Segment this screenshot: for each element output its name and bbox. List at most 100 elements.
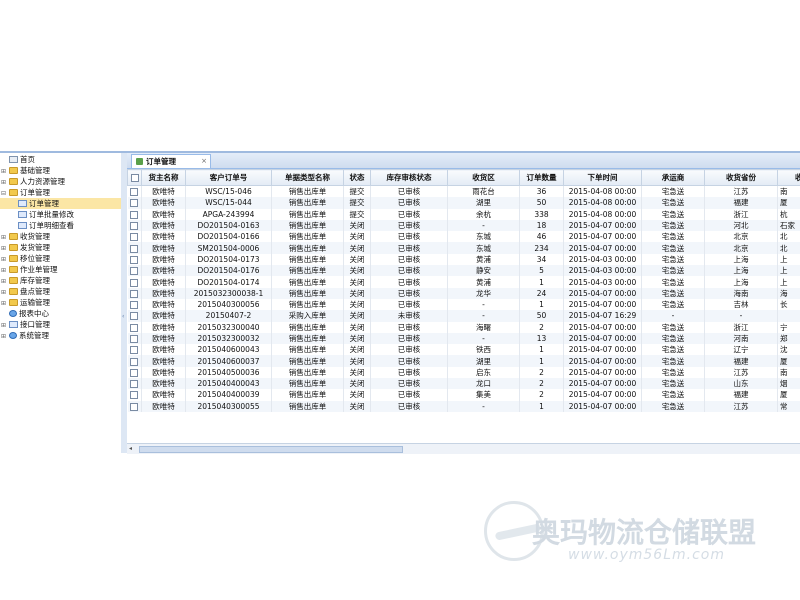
table-row[interactable]: 欧唯特 2015040600037 销售出库单 关闭 已审核 湖里 1 2015-04-07 … (127, 355, 800, 367)
table-row[interactable]: 欧唯特 2015040300056 销售出库单 关闭 已审核 -1 2015-04-07 0… (127, 298, 800, 311)
row-select-cell[interactable] (127, 208, 142, 220)
column-header[interactable]: 库存审核状态 (370, 169, 448, 186)
column-header[interactable]: 收货区 (447, 169, 520, 186)
row-checkbox[interactable] (130, 289, 139, 298)
select-all-cell[interactable] (127, 169, 142, 186)
row-checkbox[interactable] (130, 346, 139, 355)
table-row[interactable]: 欧唯特 DO201504-0173 销售出库单 关闭 已审核 黄浦 34 2015-04-03… (127, 253, 800, 266)
table-row[interactable]: 欧唯特 DO201504-0176 销售出库单 关闭 已审核 静安 5 2015-04-03 … (127, 265, 800, 277)
table-row[interactable]: 欧唯特 2015032300038-1 销售出库单 关闭 已审核 龙华 24 2015-04-… (127, 287, 800, 299)
row-select-cell[interactable] (127, 378, 142, 390)
row-checkbox[interactable] (130, 267, 139, 276)
row-select-cell[interactable] (127, 276, 142, 288)
column-header[interactable]: 货主名称 (141, 169, 186, 186)
row-checkbox[interactable] (130, 368, 139, 377)
row-checkbox[interactable] (130, 222, 139, 231)
column-header[interactable]: 订单数量 (519, 169, 564, 186)
row-select-cell[interactable] (127, 310, 142, 322)
close-icon[interactable]: × (201, 155, 207, 168)
row-select-cell[interactable] (127, 298, 142, 311)
row-select-cell[interactable] (127, 321, 142, 333)
row-checkbox[interactable] (130, 402, 139, 411)
column-header[interactable]: 状态 (343, 169, 371, 186)
row-select-cell[interactable] (127, 253, 142, 266)
horizontal-scrollbar[interactable]: ◂ (127, 443, 800, 454)
column-header[interactable]: 收货省份 (704, 169, 778, 186)
table-row[interactable]: 欧唯特 2015040600043 销售出库单 关闭 已审核 铁西 1 2015-04-07 … (127, 344, 800, 356)
row-checkbox[interactable] (130, 391, 139, 400)
row-checkbox[interactable] (130, 210, 139, 219)
row-checkbox[interactable] (130, 278, 139, 287)
row-select-cell[interactable] (127, 265, 142, 277)
sidebar-item[interactable]: 订单管理 (0, 198, 121, 209)
row-select-cell[interactable] (127, 231, 142, 243)
table-row[interactable]: 欧唯特 APGA-243994 销售出库单 提交 已审核 余杭 338 2015-04-08 … (127, 208, 800, 220)
sidebar-item[interactable]: ⊞ 接口管理 (0, 319, 121, 330)
table-row[interactable]: 欧唯特 DO201504-0163 销售出库单 关闭 已审核 -18 2015-04-07 … (127, 219, 800, 232)
sidebar-item[interactable]: 订单明细查看 (0, 220, 121, 231)
table-cell: 上 (777, 276, 800, 288)
sidebar-item[interactable]: ⊞ 系统管理 (0, 330, 121, 341)
row-select-cell[interactable] (127, 242, 142, 254)
row-checkbox[interactable] (130, 380, 139, 389)
scroll-left-icon[interactable]: ◂ (129, 445, 132, 452)
column-header[interactable]: 客户订单号 (185, 169, 272, 186)
sidebar-item[interactable]: ⊞ 库存管理 (0, 275, 121, 286)
column-header[interactable]: 下单时间 (563, 169, 642, 186)
collapse-arrow-icon[interactable]: ‹ (122, 313, 124, 320)
sidebar-item[interactable]: 首页 (0, 154, 121, 165)
table-row[interactable]: 欧唯特 WSC/15-044 销售出库单 提交 已审核 湖里 50 2015-04-08 00… (127, 197, 800, 209)
sidebar-item[interactable]: ⊞ 发货管理 (0, 242, 121, 253)
sidebar-item[interactable]: ⊟ 订单管理 (0, 187, 121, 198)
row-checkbox[interactable] (130, 323, 139, 332)
expand-toggle-icon[interactable]: ⊞ (1, 331, 9, 342)
select-all-checkbox[interactable] (130, 174, 139, 182)
table-cell: 欧唯特 (141, 185, 186, 198)
table-row[interactable]: 欧唯特 DO201504-0166 销售出库单 关闭 已审核 东城 46 2015-04-07… (127, 231, 800, 243)
column-header[interactable]: 承运商 (641, 169, 705, 186)
row-checkbox[interactable] (130, 233, 139, 242)
sidebar-item[interactable]: 订单批量修改 (0, 209, 121, 220)
row-checkbox[interactable] (130, 199, 139, 208)
table-row[interactable]: 欧唯特 2015040300055 销售出库单 关闭 已审核 -1 2015-04-07 0… (127, 400, 800, 412)
table-cell: 5 (519, 265, 564, 277)
row-checkbox[interactable] (130, 244, 139, 253)
sidebar-item[interactable]: ⊞ 移位管理 (0, 253, 121, 264)
table-row[interactable]: 欧唯特 2015040400039 销售出库单 关闭 已审核 集美 2 2015-04-07 … (127, 389, 800, 401)
row-select-cell[interactable] (127, 197, 142, 209)
column-header[interactable]: 收货 (777, 169, 800, 186)
row-checkbox[interactable] (130, 312, 139, 321)
row-checkbox[interactable] (130, 188, 139, 197)
row-select-cell[interactable] (127, 400, 142, 412)
tab-order-management[interactable]: 订单管理 × (131, 154, 211, 168)
row-checkbox[interactable] (130, 357, 139, 366)
row-select-cell[interactable] (127, 332, 142, 345)
scrollbar-thumb[interactable] (139, 446, 403, 453)
sidebar-item[interactable]: ⊞ 收货管理 (0, 231, 121, 242)
sidebar-item[interactable]: ⊞ 运输管理 (0, 297, 121, 308)
row-select-cell[interactable] (127, 366, 142, 379)
sidebar-item[interactable]: ⊞ 盘点管理 (0, 286, 121, 297)
table-row[interactable]: 欧唯特 WSC/15-046 销售出库单 提交 已审核 雨花台 36 2015-04-08 0… (127, 185, 800, 198)
row-select-cell[interactable] (127, 287, 142, 299)
row-select-cell[interactable] (127, 389, 142, 401)
table-row[interactable]: 欧唯特 2015032300032 销售出库单 关闭 已审核 -13 2015-04-07 … (127, 332, 800, 345)
sidebar-item[interactable]: 报表中心 (0, 308, 121, 319)
column-header[interactable]: 单据类型名称 (271, 169, 344, 186)
table-row[interactable]: 欧唯特 SM201504-0006 销售出库单 关闭 已审核 东城 234 2015-04-0… (127, 242, 800, 254)
table-row[interactable]: 欧唯特 DO201504-0174 销售出库单 关闭 已审核 黄浦 1 2015-04-03 … (127, 276, 800, 288)
row-select-cell[interactable] (127, 185, 142, 198)
row-select-cell[interactable] (127, 219, 142, 232)
row-checkbox[interactable] (130, 255, 139, 264)
row-checkbox[interactable] (130, 335, 139, 343)
sidebar-item[interactable]: ⊞ 基础管理 (0, 165, 121, 176)
sidebar-item[interactable]: ⊞ 作业单管理 (0, 264, 121, 275)
row-select-cell[interactable] (127, 355, 142, 367)
row-checkbox[interactable] (130, 301, 139, 310)
table-row[interactable]: 欧唯特 2015032300040 销售出库单 关闭 已审核 海曙 2 2015-04-07 … (127, 321, 800, 333)
sidebar-item[interactable]: ⊞ 人力资源管理 (0, 176, 121, 187)
table-row[interactable]: 欧唯特 2015040500036 销售出库单 关闭 已审核 启东 2 2015-04-07 … (127, 366, 800, 379)
table-row[interactable]: 欧唯特 20150407-2 采购入库单 关闭 未审核 -50 2015-04-07 16:… (127, 310, 800, 322)
table-row[interactable]: 欧唯特 2015040400043 销售出库单 关闭 已审核 龙口 2 2015-04-07 … (127, 378, 800, 390)
row-select-cell[interactable] (127, 344, 142, 356)
